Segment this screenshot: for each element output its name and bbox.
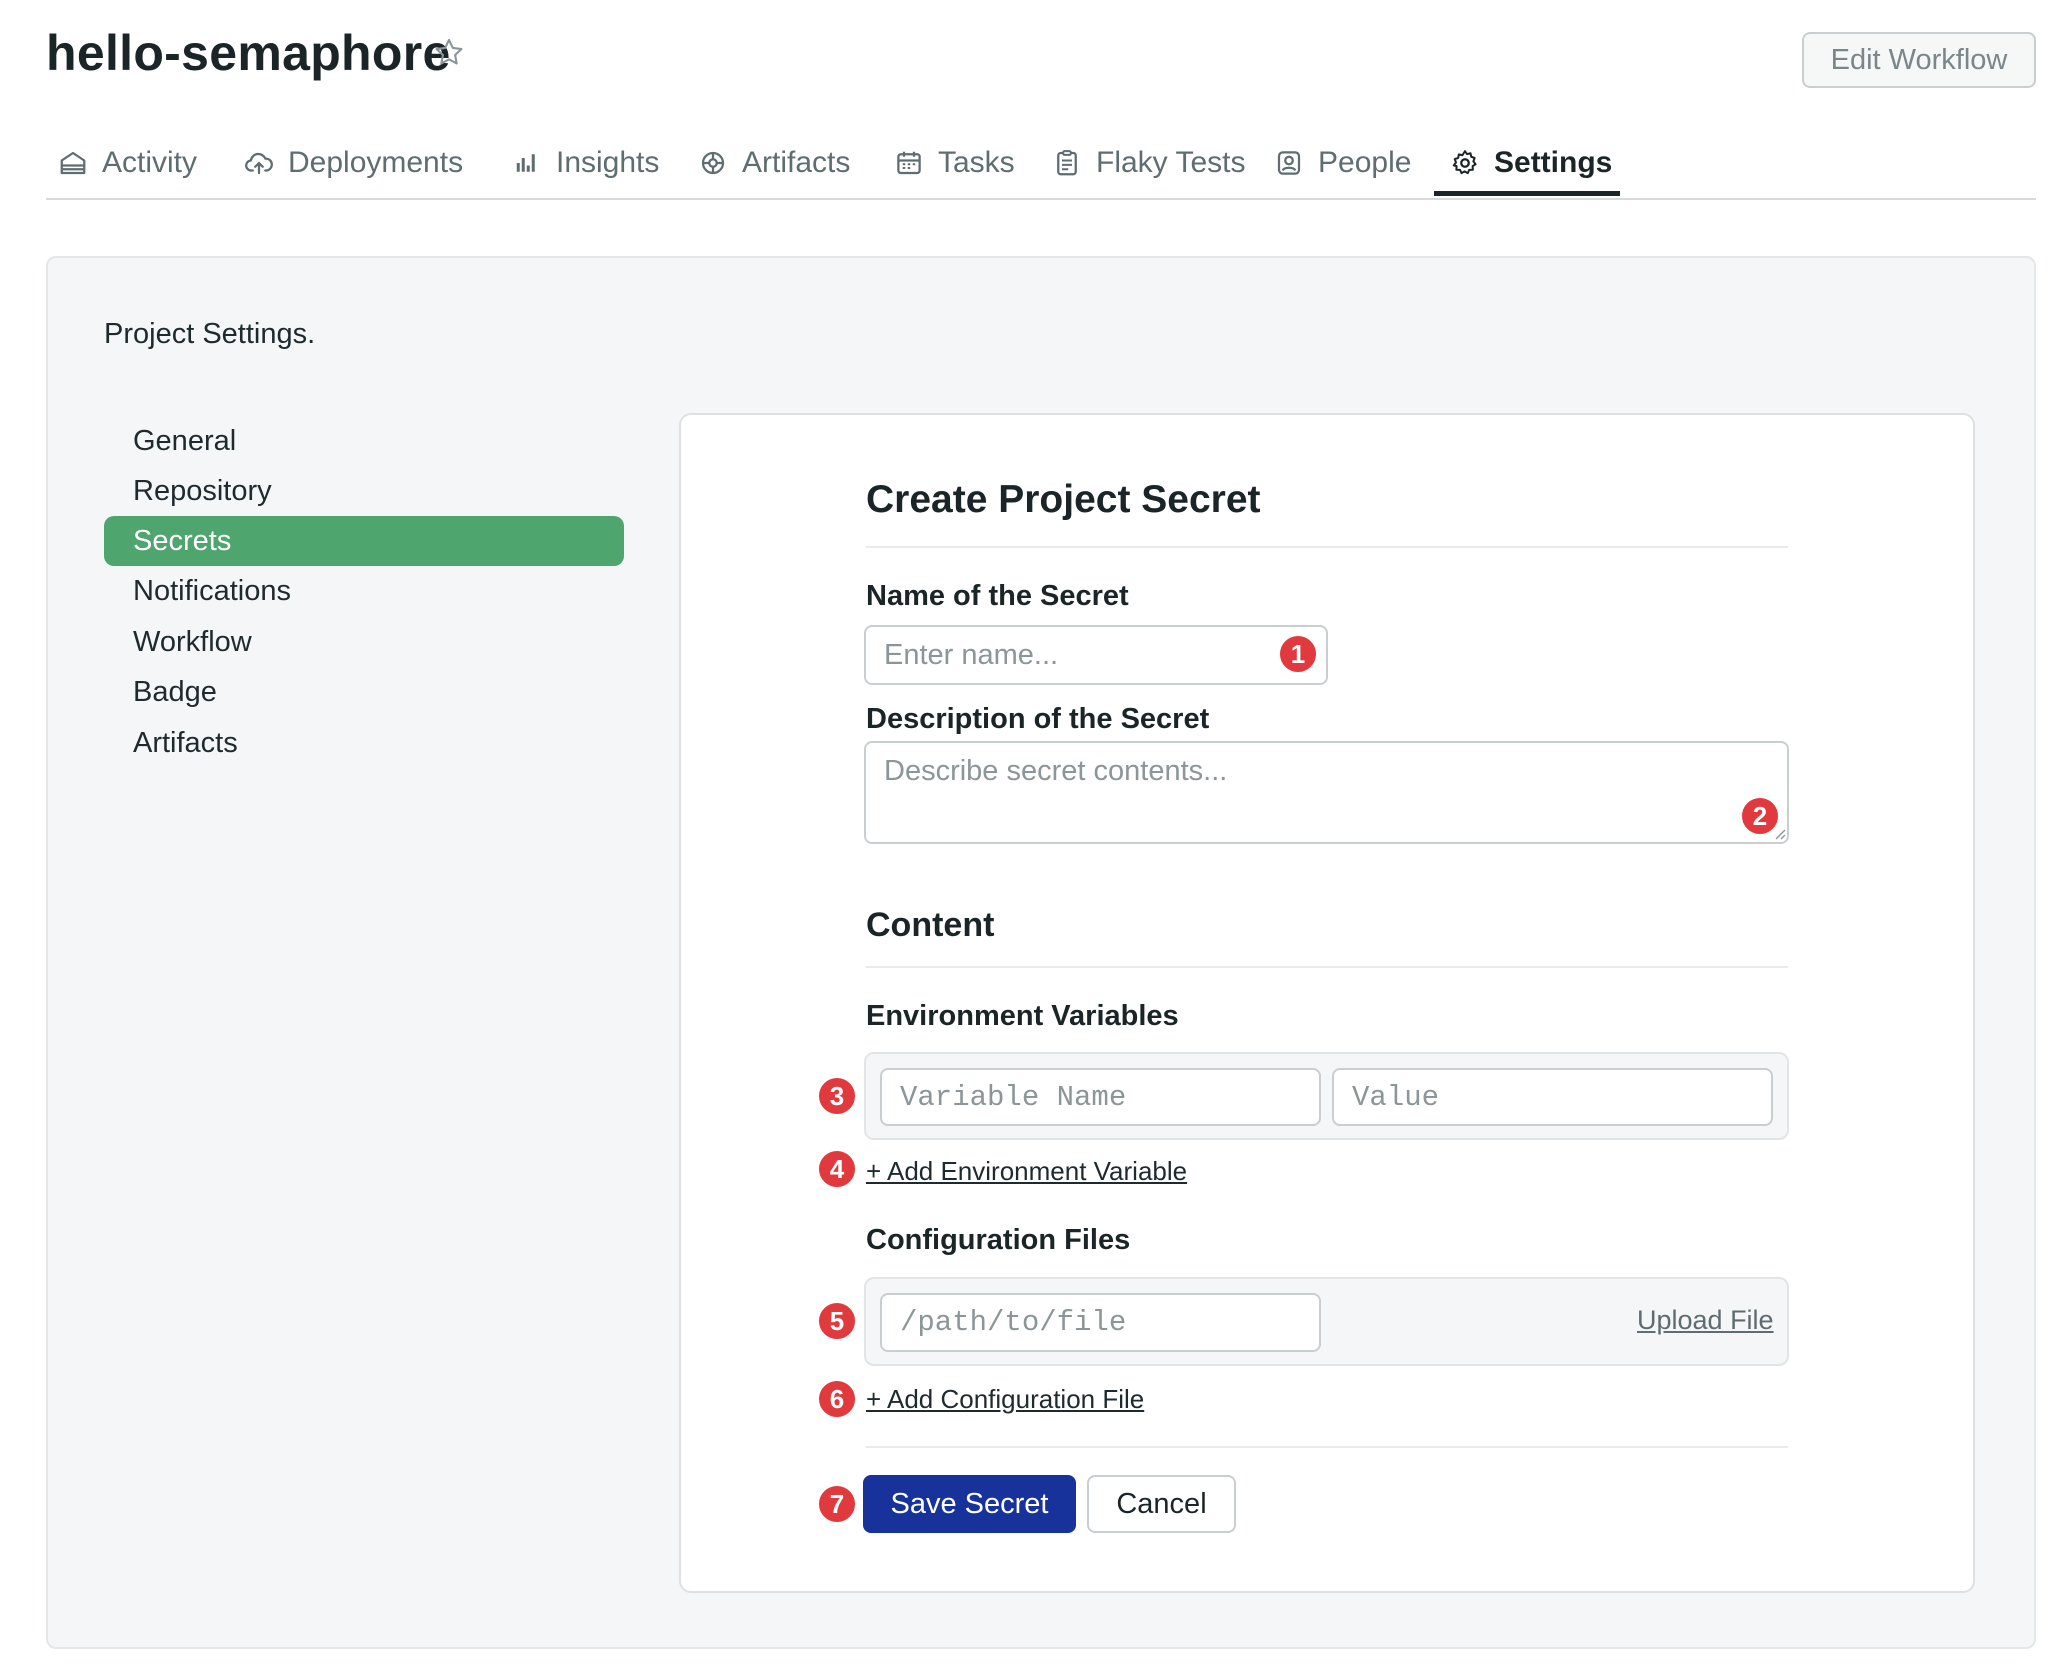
tab-deployments[interactable]: Deployments xyxy=(244,128,463,198)
tab-settings[interactable]: Settings xyxy=(1450,128,1612,198)
cancel-button[interactable]: Cancel xyxy=(1087,1475,1236,1533)
nav-item-badge[interactable]: Badge xyxy=(104,667,624,717)
tab-label: Settings xyxy=(1494,146,1613,179)
nav-item-notifications[interactable]: Notifications xyxy=(104,566,624,616)
tab-label: Insights xyxy=(556,146,660,179)
tab-label: Tasks xyxy=(938,146,1015,179)
add-env-var-link[interactable]: + Add Environment Variable xyxy=(866,1156,1187,1187)
nav-item-secrets[interactable]: Secrets xyxy=(104,516,624,566)
tab-label: People xyxy=(1318,146,1412,179)
tab-insights[interactable]: Insights xyxy=(512,128,659,198)
edit-workflow-button[interactable]: Edit Workflow xyxy=(1802,32,2036,88)
artifact-icon xyxy=(701,151,725,175)
save-secret-button[interactable]: Save Secret xyxy=(863,1475,1076,1533)
divider xyxy=(866,1446,1788,1448)
config-files-heading: Configuration Files xyxy=(866,1224,1131,1256)
star-icon[interactable] xyxy=(432,36,466,70)
env-vars-heading: Environment Variables xyxy=(866,1000,1179,1032)
tab-activity[interactable]: Activity xyxy=(58,128,197,198)
env-var-value-input[interactable] xyxy=(1332,1068,1773,1126)
upload-file-link[interactable]: Upload File xyxy=(1637,1305,1774,1336)
tab-label: Activity xyxy=(102,146,198,179)
nav-item-artifacts[interactable]: Artifacts xyxy=(104,718,624,768)
person-icon xyxy=(1277,151,1301,175)
marker-4: 4 xyxy=(817,1149,857,1189)
divider xyxy=(866,546,1788,548)
clipboard-icon xyxy=(1057,150,1077,176)
tab-artifacts[interactable]: Artifacts xyxy=(698,128,850,198)
marker-6: 6 xyxy=(817,1379,857,1419)
home-icon xyxy=(60,151,86,175)
tab-tasks[interactable]: Tasks xyxy=(894,128,1015,198)
marker-1: 1 xyxy=(1278,634,1318,674)
bar-chart-icon xyxy=(516,154,535,172)
tab-people[interactable]: People xyxy=(1274,128,1411,198)
file-path-input[interactable] xyxy=(880,1293,1321,1352)
calendar-icon xyxy=(897,151,921,175)
divider xyxy=(866,966,1788,968)
marker-2: 2 xyxy=(1740,796,1780,836)
content-heading: Content xyxy=(866,906,995,944)
add-config-file-link[interactable]: + Add Configuration File xyxy=(866,1384,1144,1415)
settings-title: Project Settings. xyxy=(104,318,316,350)
secret-description-textarea[interactable] xyxy=(864,741,1789,844)
name-label: Name of the Secret xyxy=(866,580,1129,612)
marker-5: 5 xyxy=(817,1301,857,1341)
project-title: hello-semaphore xyxy=(46,25,451,81)
gear-icon xyxy=(1452,150,1477,175)
tab-label: Flaky Tests xyxy=(1096,146,1246,179)
form-heading: Create Project Secret xyxy=(866,478,1261,521)
nav-item-repository[interactable]: Repository xyxy=(104,466,624,516)
nav-item-general[interactable]: General xyxy=(104,416,624,466)
description-label: Description of the Secret xyxy=(866,703,1210,735)
project-tabs: Activity Deployments Insights Artifacts … xyxy=(46,128,2036,200)
tab-label: Deployments xyxy=(288,146,464,179)
secret-name-input[interactable] xyxy=(864,625,1328,685)
cloud-upload-icon xyxy=(245,152,273,175)
marker-3: 3 xyxy=(817,1076,857,1116)
active-tab-indicator xyxy=(1434,191,1620,196)
marker-7: 7 xyxy=(817,1484,857,1524)
tab-label: Artifacts xyxy=(742,146,851,179)
tab-flaky-tests[interactable]: Flaky Tests xyxy=(1052,128,1246,198)
nav-item-workflow[interactable]: Workflow xyxy=(104,617,624,667)
env-var-name-input[interactable] xyxy=(880,1068,1321,1126)
